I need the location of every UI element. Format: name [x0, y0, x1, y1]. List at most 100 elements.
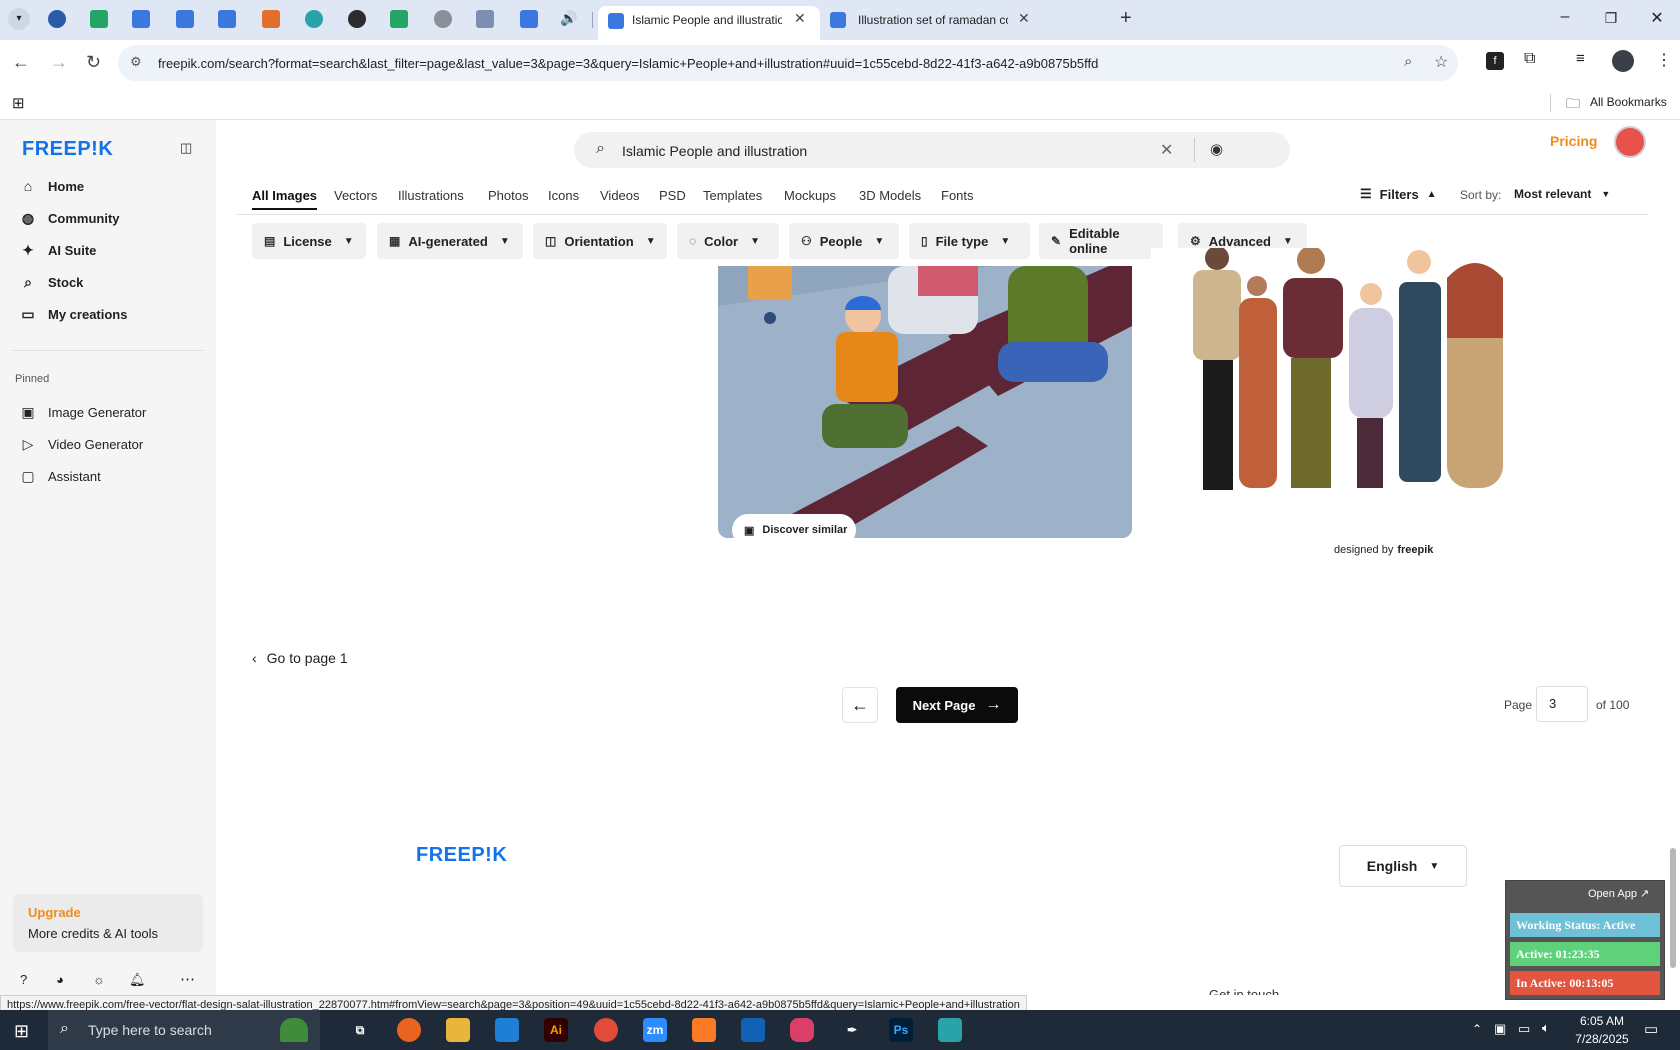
sidebar-item-ai-suite[interactable]: ✦ AI Suite: [20, 236, 200, 264]
footer-logo[interactable]: FREEP!K: [416, 844, 507, 867]
filter-ai-generated[interactable]: ▦ AI-generated ▼: [377, 223, 523, 259]
taskbar-time[interactable]: 6:05 AM: [1572, 1014, 1632, 1028]
back-icon[interactable]: ←: [12, 52, 30, 73]
sidebar-item-my-creations[interactable]: ▭ My creations: [20, 300, 200, 328]
extension-fontawesome-icon[interactable]: f: [1486, 52, 1504, 70]
xampp-icon[interactable]: [692, 1018, 716, 1042]
sidebar-item-community[interactable]: ◍ Community: [20, 204, 200, 232]
tab-mockups[interactable]: Mockups: [784, 188, 836, 203]
apps-grid-icon[interactable]: ⊞: [12, 94, 25, 112]
tray-chevron-icon[interactable]: ⌃: [1472, 1022, 1482, 1036]
pinned-tab-sheets-icon[interactable]: [390, 10, 408, 28]
tab-active[interactable]: Islamic People and illustration v ✕: [598, 6, 820, 40]
sidebar-item-image-generator[interactable]: ▣ Image Generator: [20, 398, 200, 426]
tab-photos[interactable]: Photos: [488, 188, 528, 203]
zoom-icon[interactable]: ⌕: [1404, 53, 1412, 70]
filter-people[interactable]: ⚇ People ▼: [789, 223, 899, 259]
taskbar-date[interactable]: 7/28/2025: [1570, 1032, 1634, 1046]
filter-file-type[interactable]: ▯ File type ▼: [909, 223, 1030, 259]
tab-psd[interactable]: PSD: [659, 188, 686, 203]
file-explorer-icon[interactable]: [446, 1018, 470, 1042]
url-text[interactable]: freepik.com/search?format=search&last_fi…: [158, 56, 1098, 71]
theme-icon[interactable]: ☼: [93, 972, 105, 987]
user-avatar[interactable]: [1614, 126, 1646, 158]
pinned-tab-wordpress-icon[interactable]: [48, 10, 66, 28]
task-view-icon[interactable]: ⧉: [348, 1018, 372, 1042]
site-info-icon[interactable]: ⚙: [130, 54, 142, 70]
filter-license[interactable]: ▤ License ▼: [252, 223, 366, 259]
go-to-page-1-link[interactable]: ‹ Go to page 1: [252, 650, 348, 666]
pinned-tab-chatgpt-icon[interactable]: [348, 10, 366, 28]
pinned-tab-grid-icon[interactable]: [262, 10, 280, 28]
all-bookmarks-link[interactable]: All Bookmarks: [1590, 95, 1667, 109]
more-icon[interactable]: ⋯: [180, 970, 195, 988]
pinned-tab-forms-icon[interactable]: [520, 10, 538, 28]
close-window-icon[interactable]: ✕: [1642, 8, 1672, 28]
filter-orientation[interactable]: ◫ Orientation ▼: [533, 223, 667, 259]
sidebar-item-assistant[interactable]: ▢ Assistant: [20, 462, 200, 490]
tab-inactive[interactable]: Illustration set of ramadan conc ✕: [822, 6, 1044, 36]
tab-all-images[interactable]: All Images: [252, 188, 318, 210]
pinned-tab-globe-icon[interactable]: [434, 10, 452, 28]
zoom-app-icon[interactable]: zm: [643, 1018, 667, 1042]
next-page-button[interactable]: Next Page →: [896, 687, 1018, 723]
tab-videos[interactable]: Videos: [600, 188, 640, 203]
bell-icon[interactable]: 🔔︎: [129, 972, 146, 988]
search-bar[interactable]: ⌕ Islamic People and illustration ✕ ◉: [574, 132, 1290, 168]
result-card-people[interactable]: designed by freepik: [1151, 246, 1551, 568]
close-tab-icon[interactable]: ✕: [794, 10, 806, 27]
pinned-tab-app-icon[interactable]: [305, 10, 323, 28]
media-queue-icon[interactable]: ≡: [1576, 50, 1585, 67]
sidebar-item-home[interactable]: ⌂ Home: [20, 172, 200, 200]
sidebar-item-stock[interactable]: ⌕ Stock: [20, 268, 200, 296]
page-number-input[interactable]: 3: [1536, 686, 1588, 722]
tab-illustrations[interactable]: Illustrations: [398, 188, 464, 203]
filter-color[interactable]: ◌ Color ▼: [677, 223, 779, 259]
tab-search-icon[interactable]: ▾: [8, 8, 30, 30]
pinned-tab-qr-icon[interactable]: [476, 10, 494, 28]
sidebar-item-video-generator[interactable]: ▷ Video Generator: [20, 430, 200, 458]
upgrade-card[interactable]: Upgrade More credits & AI tools: [13, 894, 203, 952]
language-select[interactable]: English ▼: [1339, 845, 1467, 887]
freepik-logo[interactable]: FREEP!K: [22, 138, 113, 161]
new-tab-button[interactable]: +: [1120, 7, 1132, 30]
vscode-icon[interactable]: [495, 1018, 519, 1042]
chrome-icon[interactable]: [594, 1018, 618, 1042]
open-app-button[interactable]: Open App ↗: [1588, 887, 1649, 900]
help-icon[interactable]: ?: [20, 972, 27, 987]
pen-tool-icon[interactable]: ✒: [840, 1018, 864, 1042]
kebab-menu-icon[interactable]: ⋮: [1656, 50, 1672, 70]
designed-by-credit[interactable]: designed by freepik: [1334, 544, 1433, 556]
result-card-salat[interactable]: ▣ Discover similar: [718, 266, 1132, 538]
tab-icons[interactable]: Icons: [548, 188, 579, 203]
app-diamond-icon[interactable]: [938, 1018, 962, 1042]
pricing-link[interactable]: Pricing: [1550, 133, 1597, 149]
search-input[interactable]: Islamic People and illustration: [622, 143, 807, 159]
creative-cloud-icon[interactable]: [790, 1018, 814, 1042]
previous-page-button[interactable]: ←: [842, 687, 878, 723]
illustrator-icon[interactable]: Ai: [544, 1018, 568, 1042]
discord-icon[interactable]: ◕: [56, 972, 64, 987]
tab-templates[interactable]: Templates: [703, 188, 762, 203]
filters-toggle[interactable]: ☰ Filters ▲: [1360, 186, 1437, 202]
reload-icon[interactable]: ↻: [86, 52, 101, 73]
photoshop-icon[interactable]: Ps: [889, 1018, 913, 1042]
scrollbar-thumb[interactable]: [1670, 848, 1676, 968]
camera-search-icon[interactable]: ◉: [1210, 140, 1223, 158]
taskbar-search[interactable]: ⌕ Type here to search: [48, 1010, 320, 1050]
firefox-icon[interactable]: [397, 1018, 421, 1042]
pinned-tab-sheets-icon[interactable]: [90, 10, 108, 28]
tab-vectors[interactable]: Vectors: [334, 188, 377, 203]
pinned-tab-docs-icon[interactable]: [218, 10, 236, 28]
tab-3d-models[interactable]: 3D Models: [859, 188, 921, 203]
tab-fonts[interactable]: Fonts: [941, 188, 974, 203]
tray-app-icon[interactable]: ▣: [1494, 1021, 1506, 1037]
windows-start-icon[interactable]: ⊞: [14, 1021, 29, 1042]
minimize-icon[interactable]: –: [1550, 8, 1580, 26]
filter-editable-online[interactable]: ✎ Editable online: [1039, 223, 1163, 259]
clear-search-icon[interactable]: ✕: [1160, 140, 1173, 160]
pinned-tab-audio-icon[interactable]: 🔊: [560, 10, 577, 27]
notifications-icon[interactable]: ▭: [1644, 1020, 1658, 1038]
close-tab-icon[interactable]: ✕: [1018, 10, 1030, 27]
bookmark-star-icon[interactable]: ☆: [1434, 52, 1448, 72]
